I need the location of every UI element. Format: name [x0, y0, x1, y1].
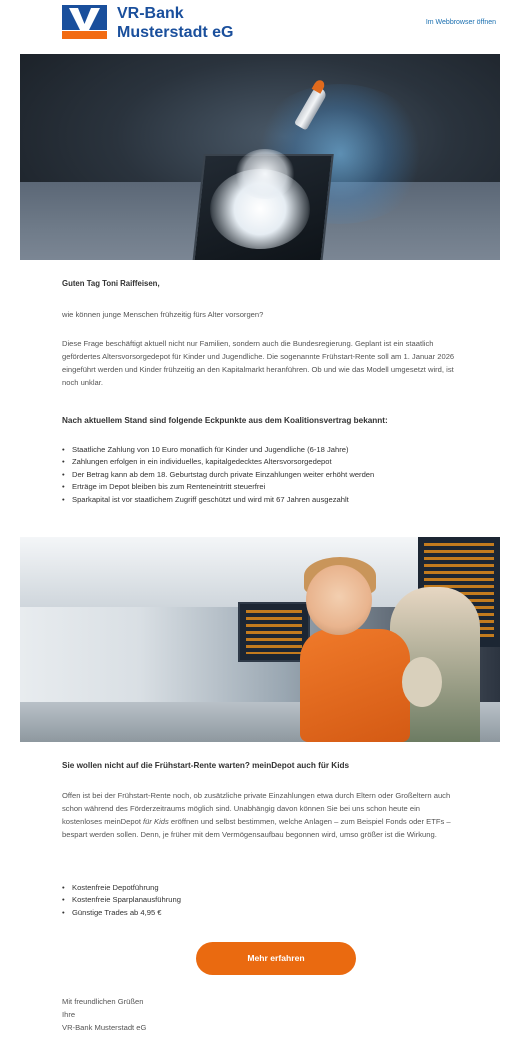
family-station-image [20, 537, 500, 742]
meindepot-paragraph: Offen ist bei der Frühstart-Rente noch, … [62, 789, 462, 841]
greeting: Guten Tag Toni Raiffeisen, [62, 279, 160, 288]
brand-name: VR-Bank Musterstadt eG [117, 4, 233, 42]
open-in-browser-link[interactable]: Im Webbrowser öffnen [426, 19, 496, 26]
section-heading-meindepot: Sie wollen nicht auf die Frühstart-Rente… [62, 761, 350, 770]
closing-line: VR-Bank Musterstadt eG [62, 1023, 147, 1032]
intro-question: wie können junge Menschen frühzeitig für… [62, 310, 264, 319]
mehr-erfahren-button[interactable]: Mehr erfahren [196, 942, 356, 975]
list-item: Der Betrag kann ab dem 18. Geburtstag du… [62, 469, 482, 482]
section-heading-eckpunkte: Nach aktuellem Stand sind folgende Eckpu… [62, 416, 388, 425]
list-item: Staatliche Zahlung von 10 Euro monatlich… [62, 444, 482, 457]
hero-image-rocket-laptop [20, 54, 500, 260]
email-header: VR-Bank Musterstadt eG Im Webbrowser öff… [0, 0, 520, 50]
closing-signature: Mit freundlichen Grüßen Ihre VR-Bank Mus… [62, 995, 146, 1034]
list-item: Kostenfreie Sparplanausführung [62, 894, 482, 907]
eckpunkte-list: Staatliche Zahlung von 10 Euro monatlich… [62, 444, 482, 506]
bank-logo [62, 5, 107, 39]
list-item: Günstige Trades ab 4,95 € [62, 907, 482, 920]
intro-paragraph: Diese Frage beschäftigt aktuell nicht nu… [62, 339, 455, 387]
closing-line: Mit freundlichen Grüßen [62, 997, 144, 1006]
list-item: Zahlungen erfolgen in ein individuelles,… [62, 456, 482, 469]
list-item: Kostenfreie Depotführung [62, 882, 482, 895]
list-item: Erträge im Depot bleiben bis zum Rentene… [62, 481, 482, 494]
brand-line1: VR-Bank [117, 5, 184, 22]
brand-line2: Musterstadt eG [117, 24, 234, 41]
benefits-list: Kostenfreie Depotführung Kostenfreie Spa… [62, 882, 482, 920]
closing-line: Ihre [62, 1010, 76, 1019]
logo-mark-icon [69, 8, 100, 30]
list-item: Sparkapital ist vor staatlichem Zugriff … [62, 494, 482, 507]
paragraph-emphasis: für Kids [143, 817, 169, 826]
